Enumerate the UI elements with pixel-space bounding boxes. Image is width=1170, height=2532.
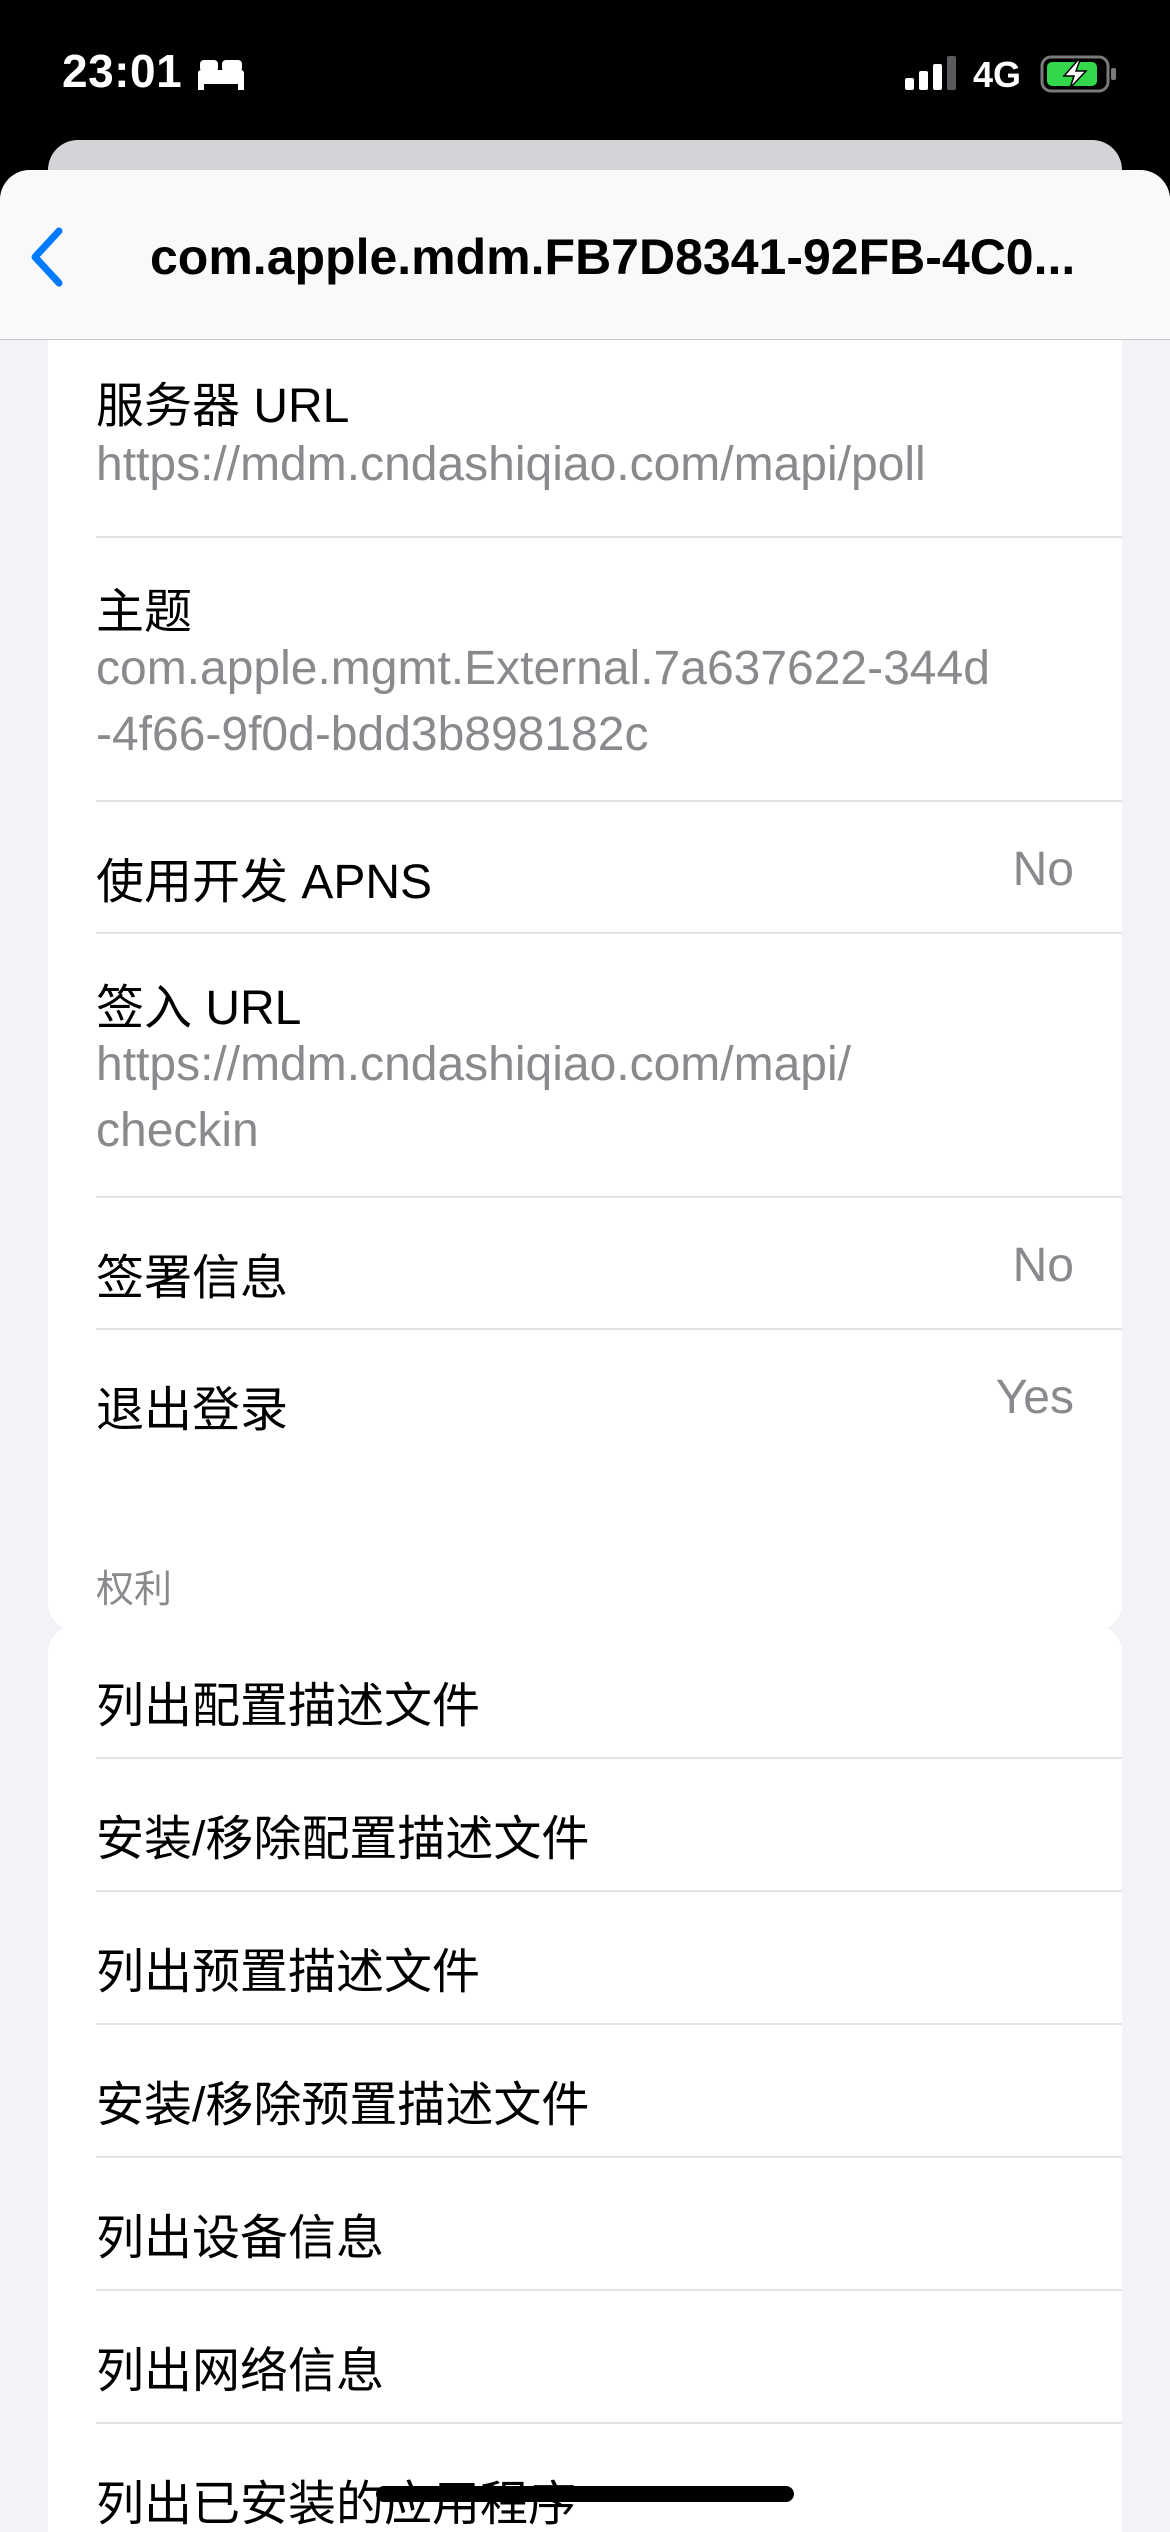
list-item: 列出已安装的应用程序 [48,2424,1122,2532]
list-item: 列出设备信息 [48,2158,1122,2291]
rights-group: 列出配置描述文件 安装/移除配置描述文件 列出预置描述文件 安装/移除预置描述文… [48,1626,1122,2532]
row-detail-line: https://mdm.cndashiqiao.com/mapi/ [96,1038,851,1091]
rights-item-label: 列出网络信息 [96,2345,385,2398]
list-item: 安装/移除配置描述文件 [48,1759,1122,1892]
list-item: 签署信息 No [48,1198,1122,1330]
modal-sheet: com.apple.mdm.FB7D8341-92FB-4C0... 服务器 U… [0,170,1170,2532]
status-bar: 23:01 4G [0,0,1170,150]
list-item: 列出网络信息 [48,2291,1122,2424]
chevron-left-icon [31,227,63,287]
row-label: 签入 URL [96,982,302,1035]
row-detail-line: -4f66-9f0d-bdd3b898182c [96,708,649,761]
row-value: No [1012,1239,1074,1292]
list-item: 列出配置描述文件 [48,1626,1122,1759]
row-label: 签署信息 [96,1252,289,1305]
row-detail: https://mdm.cndashiqiao.com/mapi/poll [96,438,926,491]
row-value: Yes [995,1371,1074,1424]
rights-item-label: 安装/移除配置描述文件 [96,1813,590,1866]
row-label: 主题 [96,586,193,639]
navigation-bar: com.apple.mdm.FB7D8341-92FB-4C0... [0,170,1170,340]
row-label: 退出登录 [96,1384,289,1437]
list-item: 使用开发 APNS No [48,802,1122,934]
list-item: 签入 URL https://mdm.cndashiqiao.com/mapi/… [48,934,1122,1198]
network-type: 4G [973,54,1022,95]
rights-item-label: 列出配置描述文件 [96,1680,481,1733]
row-label: 使用开发 APNS [96,856,433,909]
row-value: No [1012,843,1074,896]
rights-item-label: 列出预置描述文件 [96,1946,481,1999]
section-header-rights: 权利 [96,1569,173,1611]
sleep-bed-icon [198,60,244,90]
row-detail-line: com.apple.mgmt.External.7a637622-344d [96,642,990,695]
list-item: 服务器 URL https://mdm.cndashiqiao.com/mapi… [48,340,1122,538]
battery-charging-icon [1040,55,1116,93]
rights-item-label: 安装/移除预置描述文件 [96,2079,590,2132]
list-item: 主题 com.apple.mgmt.External.7a637622-344d… [48,538,1122,802]
row-detail-line: checkin [96,1104,259,1157]
back-button[interactable] [22,222,72,292]
page-title: com.apple.mdm.FB7D8341-92FB-4C0... [150,229,1076,285]
home-indicator[interactable] [376,2486,794,2502]
list-item: 退出登录 Yes [48,1330,1122,1462]
list-item: 安装/移除预置描述文件 [48,2025,1122,2158]
profile-details-group: 服务器 URL https://mdm.cndashiqiao.com/mapi… [48,340,1122,1630]
rights-item-label: 列出设备信息 [96,2212,385,2265]
list-item: 列出预置描述文件 [48,1892,1122,2025]
cellular-signal-icon [905,56,956,90]
status-time: 23:01 [62,45,183,97]
row-label: 服务器 URL [96,380,350,433]
